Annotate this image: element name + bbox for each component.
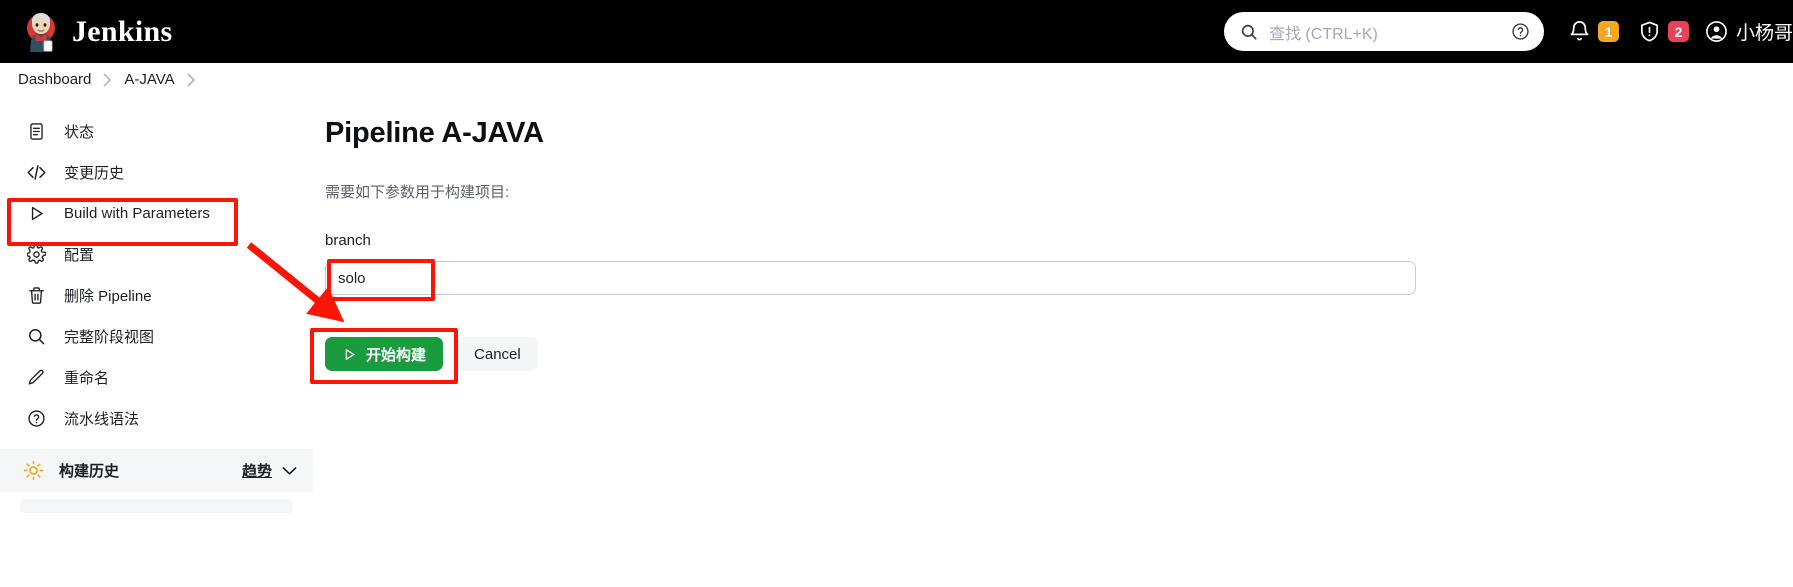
trash-icon <box>26 285 47 306</box>
bell-badge-count[interactable]: 1 <box>1597 21 1619 42</box>
pencil-icon <box>26 367 47 388</box>
parameters-description: 需要如下参数用于构建项目: <box>325 184 510 201</box>
gear-icon <box>26 244 47 265</box>
user-name: 小杨哥 <box>1735 23 1793 44</box>
sidebar-item-label: 流水线语法 <box>64 411 140 428</box>
cancel-button[interactable]: Cancel <box>457 337 538 371</box>
start-build-label: 开始构建 <box>366 346 427 364</box>
brand-title: Jenkins <box>72 14 173 48</box>
sidebar: 状态 变更历史 Build with Parameters 配置 删除 Pipe… <box>0 97 313 587</box>
sidebar-item-label: 重命名 <box>64 370 110 387</box>
breadcrumb: Dashboard A-JAVA <box>0 63 1793 97</box>
parameter-label-branch: branch <box>325 232 371 249</box>
jenkins-butler-logo <box>22 12 60 52</box>
page-title: Pipeline A-JAVA <box>325 117 544 149</box>
sun-weather-icon <box>22 460 44 482</box>
shield-badge-count[interactable]: 2 <box>1667 21 1689 42</box>
search-icon <box>1240 23 1258 41</box>
build-history-list-placeholder <box>20 499 293 513</box>
start-build-button[interactable]: 开始构建 <box>325 337 444 371</box>
bell-icon[interactable] <box>1568 20 1591 43</box>
play-triangle-icon <box>342 347 357 362</box>
sidebar-item-pipeline-syntax[interactable]: 流水线语法 <box>0 398 313 439</box>
sidebar-item-full-stage-view[interactable]: 完整阶段视图 <box>0 316 313 357</box>
sidebar-item-build-with-parameters[interactable]: Build with Parameters <box>0 193 313 234</box>
shield-alert-icon[interactable] <box>1638 20 1661 43</box>
chevron-right-icon-trailing[interactable] <box>187 73 196 87</box>
sidebar-item-label: 配置 <box>64 247 95 264</box>
code-brackets-icon <box>26 162 47 183</box>
sidebar-item-label: 完整阶段视图 <box>64 329 155 346</box>
notifications-group: 1 2 <box>1568 20 1689 43</box>
sidebar-item-status[interactable]: 状态 <box>0 111 313 152</box>
chevron-down-icon[interactable] <box>282 466 297 476</box>
sidebar-item-label: 变更历史 <box>64 165 125 182</box>
sidebar-item-rename[interactable]: 重命名 <box>0 357 313 398</box>
sidebar-item-configure[interactable]: 配置 <box>0 234 313 275</box>
branch-input[interactable] <box>325 261 1416 295</box>
sidebar-item-label: 删除 Pipeline <box>64 288 152 305</box>
play-triangle-icon <box>26 203 47 224</box>
breadcrumb-item-dashboard[interactable]: Dashboard <box>18 71 91 88</box>
document-icon <box>26 121 47 142</box>
search-placeholder-text: 查找 (CTRL+K) <box>1268 25 1378 43</box>
sidebar-item-label: 状态 <box>64 124 95 141</box>
build-history-trend-link[interactable]: 趋势 <box>242 460 272 481</box>
form-actions: 开始构建 Cancel <box>325 337 1793 371</box>
sidebar-item-delete-pipeline[interactable]: 删除 Pipeline <box>0 275 313 316</box>
top-header-bar: Jenkins 查找 (CTRL+K) 1 2 小杨哥 <box>0 0 1793 63</box>
build-history-title: 构建历史 <box>59 463 120 480</box>
user-circle-icon <box>1705 20 1728 43</box>
search-input[interactable]: 查找 (CTRL+K) <box>1223 12 1544 51</box>
build-history-header: 构建历史 趋势 <box>0 449 313 492</box>
sidebar-item-label: Build with Parameters <box>64 205 210 222</box>
breadcrumb-item-project[interactable]: A-JAVA <box>124 71 174 88</box>
help-circle-icon[interactable] <box>1511 22 1530 41</box>
page-body: 状态 变更历史 Build with Parameters 配置 删除 Pipe… <box>0 97 1793 587</box>
chevron-right-icon <box>103 73 112 87</box>
build-history-controls: 趋势 <box>242 460 313 481</box>
user-menu[interactable]: 小杨哥 <box>1705 18 1793 45</box>
sidebar-item-changes[interactable]: 变更历史 <box>0 152 313 193</box>
jenkins-home-link[interactable]: Jenkins <box>22 12 172 52</box>
search-icon <box>26 326 47 347</box>
header-right-cluster: 查找 (CTRL+K) 1 2 小杨哥 <box>1223 0 1793 63</box>
question-circle-icon <box>26 408 47 429</box>
main-content: Pipeline A-JAVA 需要如下参数用于构建项目: branch 开始构… <box>313 97 1793 587</box>
